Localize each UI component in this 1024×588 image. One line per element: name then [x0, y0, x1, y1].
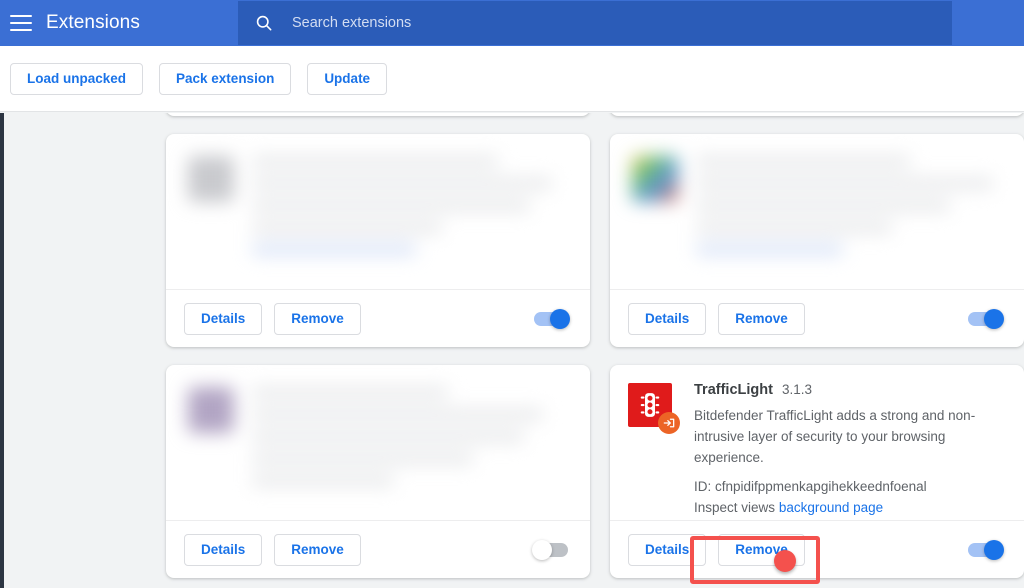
extension-card-footer: Details Remove [610, 289, 1024, 347]
pack-extension-button[interactable]: Pack extension [159, 62, 292, 95]
enable-toggle[interactable] [968, 539, 1004, 560]
enable-toggle[interactable] [532, 539, 568, 560]
extension-icon [632, 156, 678, 202]
inspect-views-label: Inspect views [694, 500, 776, 515]
extension-id: ID: cfnpidifppmenkapgihekkeednfoenal [694, 479, 927, 494]
enable-toggle[interactable] [968, 308, 1004, 329]
details-button[interactable]: Details [628, 533, 707, 566]
page-title: Extensions [46, 12, 140, 33]
extension-text-obscured [252, 152, 568, 289]
extension-card-partial-left [166, 113, 590, 116]
remove-button[interactable]: Remove [718, 302, 805, 335]
sidebar-edge [0, 113, 4, 588]
extension-card-content-obscured [610, 134, 1024, 289]
extensions-content: Details Remove Details Remove Details Re… [0, 113, 1024, 588]
extension-card-partial-right [610, 113, 1024, 116]
search-bar[interactable] [238, 1, 952, 45]
extension-icon [628, 383, 680, 434]
extension-info: TrafficLight 3.1.3 Bitdefender TrafficLi… [694, 381, 1006, 520]
extension-card-content: TrafficLight 3.1.3 Bitdefender TrafficLi… [610, 365, 1024, 520]
search-icon [256, 15, 272, 31]
extensions-grid: Details Remove Details Remove Details Re… [166, 113, 1024, 578]
page-header: Extensions [0, 0, 1024, 46]
remove-button[interactable]: Remove [274, 302, 361, 335]
extension-card-blurred-2: Details Remove [610, 134, 1024, 347]
remove-button[interactable]: Remove [718, 533, 805, 566]
extension-card-content-obscured [166, 134, 590, 289]
enable-toggle[interactable] [534, 308, 570, 329]
hamburger-menu-icon[interactable] [10, 15, 32, 31]
remove-button[interactable]: Remove [274, 533, 361, 566]
update-button[interactable]: Update [307, 62, 388, 95]
extension-version: 3.1.3 [781, 382, 812, 397]
search-input[interactable] [292, 1, 952, 45]
details-button[interactable]: Details [184, 302, 263, 335]
extensions-page: Extensions Load unpacked Pack extension … [0, 0, 1024, 588]
background-page-link[interactable]: background page [779, 500, 883, 515]
extension-icon [188, 387, 234, 433]
extension-icon [188, 156, 234, 202]
sign-in-arrow-glyph [663, 418, 675, 428]
inspect-views: Inspect views background page [694, 497, 1006, 518]
extension-description: Bitdefender TrafficLight adds a strong a… [694, 408, 976, 465]
extension-card-footer: Details Remove [610, 520, 1024, 578]
extension-card-blurred-3: Details Remove [166, 365, 590, 578]
details-button[interactable]: Details [628, 302, 707, 335]
extension-name: TrafficLight [694, 382, 773, 398]
extension-card-footer: Details Remove [166, 520, 590, 578]
extensions-toolbar: Load unpacked Pack extension Update [0, 46, 1024, 112]
extension-card-trafficlight: TrafficLight 3.1.3 Bitdefender TrafficLi… [610, 365, 1024, 578]
details-button[interactable]: Details [184, 533, 263, 566]
sign-in-arrow-icon [658, 412, 680, 434]
extension-card-footer: Details Remove [166, 289, 590, 347]
extension-text-obscured [252, 383, 568, 520]
extension-card-blurred-1: Details Remove [166, 134, 590, 347]
load-unpacked-button[interactable]: Load unpacked [10, 62, 144, 95]
extension-text-obscured [696, 152, 1002, 289]
extension-card-content-obscured [166, 365, 590, 520]
